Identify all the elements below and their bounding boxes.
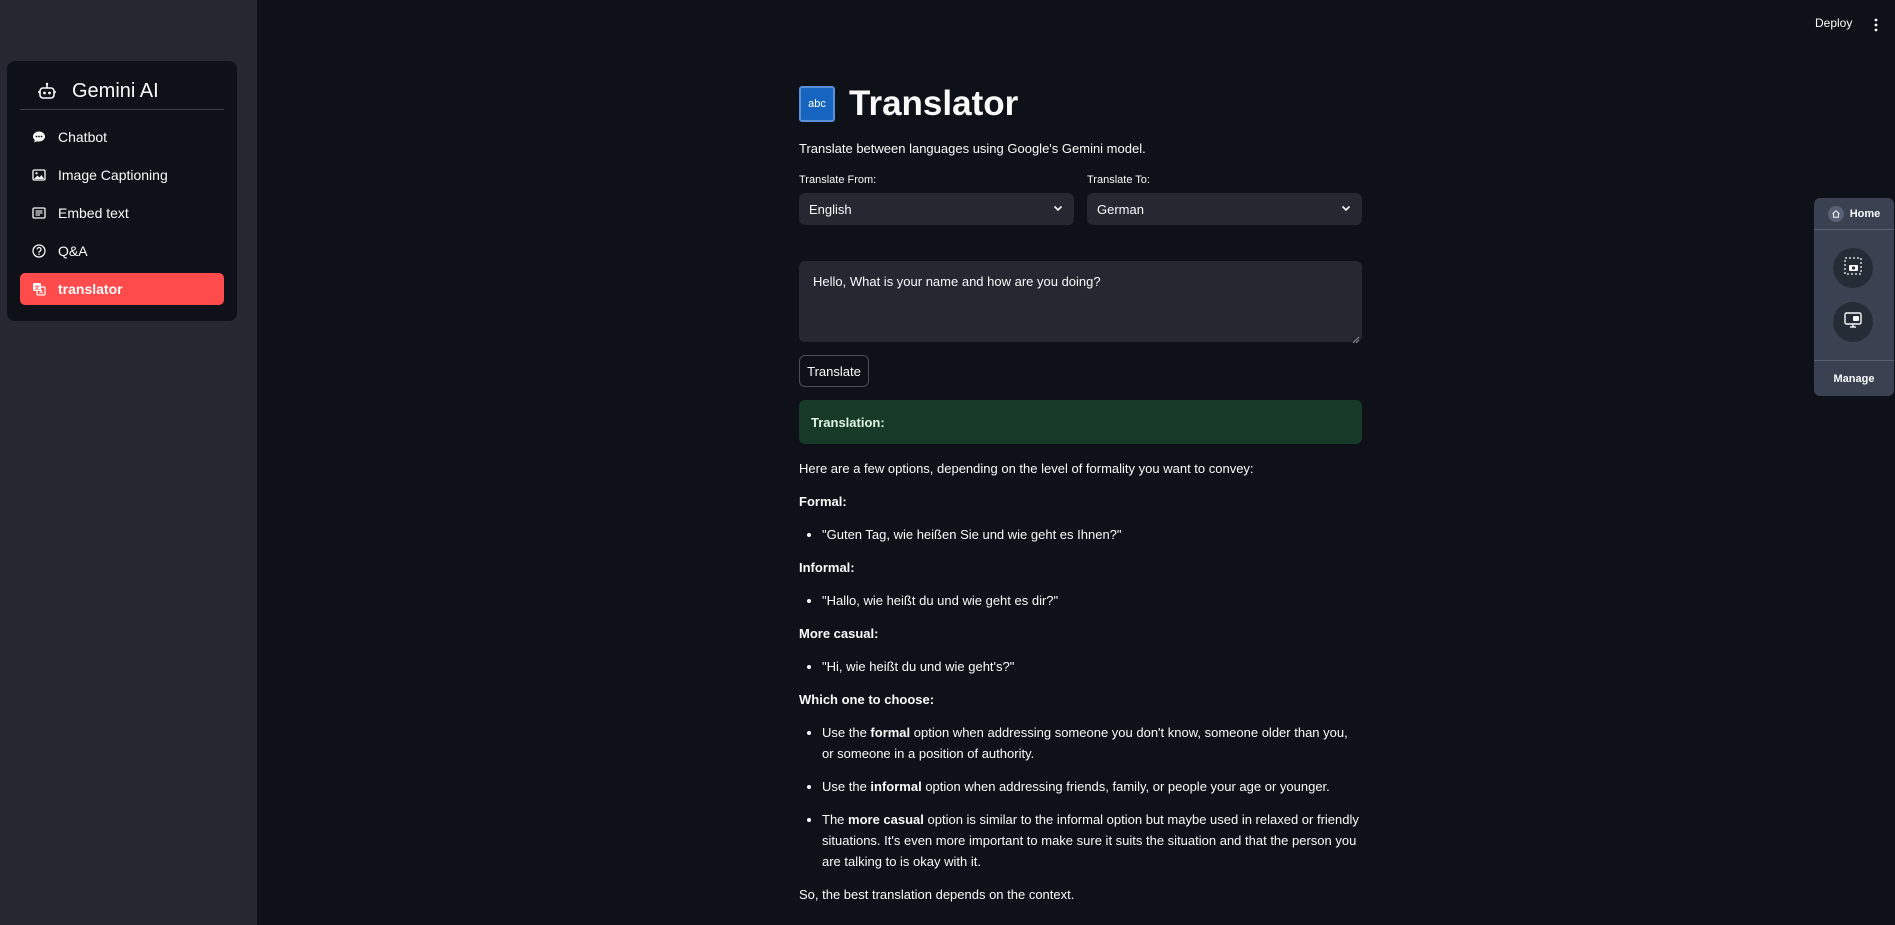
choose-2-pre: Use the: [822, 779, 871, 794]
chevron-down-icon: [1340, 202, 1352, 217]
text-box-icon: [31, 205, 47, 221]
sidebar-item-chatbot[interactable]: Chatbot: [20, 121, 224, 153]
output-conclusion: So, the best translation depends on the …: [799, 887, 1075, 902]
svg-text:A: A: [39, 290, 43, 296]
kebab-menu-icon[interactable]: [1874, 18, 1878, 32]
screenshot-button[interactable]: [1833, 248, 1873, 288]
choose-heading: Which one to choose:: [799, 692, 935, 707]
manage-button[interactable]: Manage: [1814, 360, 1894, 396]
choose-3-bold: more casual: [848, 812, 924, 827]
floating-tool-panel: Home Manage: [1814, 198, 1894, 396]
translate-icon: 文A: [31, 281, 47, 297]
sidebar-item-label: Embed text: [58, 205, 129, 221]
from-label: Translate From:: [799, 174, 877, 186]
monitor-record-icon: [1843, 310, 1863, 335]
menu-header: Gemini AI: [20, 74, 224, 110]
menu-title: Gemini AI: [72, 80, 159, 102]
sidebar-item-label: translator: [58, 281, 123, 297]
translation-label: Translation:: [811, 414, 885, 430]
to-label: Translate To:: [1087, 174, 1150, 186]
list-item: "Hi, wie heißt du und wie geht's?": [822, 656, 1362, 677]
list-item: "Hallo, wie heißt du und wie geht es dir…: [822, 590, 1362, 611]
sidebar-item-label: Chatbot: [58, 129, 108, 145]
page-title: Translator: [849, 84, 1019, 123]
casual-heading: More casual:: [799, 626, 879, 641]
option-menu: Gemini AI Chatbot Image Captioning Embed…: [7, 61, 237, 321]
list-item: The more casual option is similar to the…: [822, 809, 1362, 872]
translation-output: Here are a few options, depending on the…: [799, 458, 1362, 917]
home-label: Home: [1849, 207, 1881, 220]
camera-capture-icon: [1843, 256, 1863, 281]
list-item: Use the informal option when addressing …: [822, 776, 1362, 797]
informal-heading: Informal:: [799, 560, 855, 575]
chat-bubble-icon: [31, 129, 47, 145]
source-text-value: Hello, What is your name and how are you…: [813, 274, 1101, 289]
list-item: Use the formal option when addressing so…: [822, 722, 1362, 764]
manage-label: Manage: [1833, 372, 1875, 385]
translation-result-banner: Translation:: [799, 400, 1362, 444]
deploy-button[interactable]: Deploy: [1815, 16, 1852, 30]
choose-2-bold: informal: [870, 779, 922, 794]
robot-icon: [36, 81, 58, 103]
choose-1-pre: Use the: [822, 725, 871, 740]
list-item: "Guten Tag, wie heißen Sie und wie geht …: [822, 524, 1362, 545]
source-text-input[interactable]: Hello, What is your name and how are you…: [799, 261, 1362, 344]
translate-from-select[interactable]: English: [799, 193, 1074, 225]
choose-1-bold: formal: [870, 725, 911, 740]
formal-heading: Formal:: [799, 494, 847, 509]
screen-record-button[interactable]: [1833, 302, 1873, 342]
sidebar-item-embed-text[interactable]: Embed text: [20, 197, 224, 229]
output-intro: Here are a few options, depending on the…: [799, 461, 1254, 476]
image-icon: [31, 167, 47, 183]
translate-button[interactable]: Translate: [799, 355, 869, 387]
question-circle-icon: [31, 243, 47, 259]
from-value: English: [809, 201, 852, 217]
choose-2-post: option when addressing friends, family, …: [921, 779, 1330, 794]
sidebar-item-label: Image Captioning: [58, 167, 168, 183]
sidebar-item-image-captioning[interactable]: Image Captioning: [20, 159, 224, 191]
page-subtitle: Translate between languages using Google…: [799, 141, 1146, 156]
sidebar-item-translator[interactable]: 文A translator: [20, 273, 224, 305]
title-row: abc Translator: [799, 84, 1018, 124]
abc-icon: abc: [799, 86, 835, 122]
sidebar-item-label: Q&A: [58, 243, 88, 259]
chevron-down-icon: [1052, 202, 1064, 217]
resize-grip-icon[interactable]: [1352, 332, 1360, 344]
to-value: German: [1097, 201, 1144, 217]
sidebar-item-qa[interactable]: Q&A: [20, 235, 224, 267]
choose-3-pre: The: [822, 812, 849, 827]
home-button[interactable]: Home: [1814, 198, 1894, 230]
translate-to-select[interactable]: German: [1087, 193, 1362, 225]
sidebar: Gemini AI Chatbot Image Captioning Embed…: [0, 0, 257, 925]
home-icon: [1827, 205, 1844, 222]
